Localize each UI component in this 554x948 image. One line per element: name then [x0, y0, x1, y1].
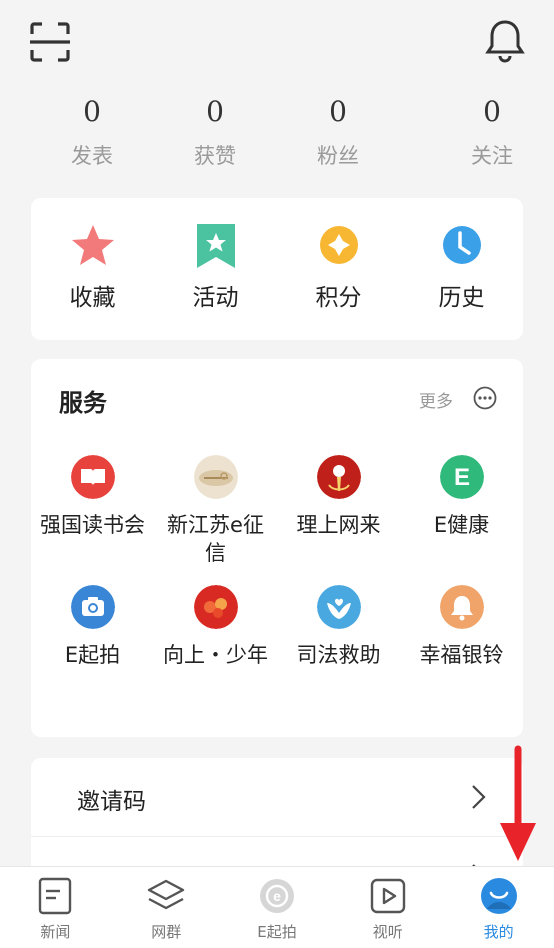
red-arrow-annotation: [500, 745, 536, 861]
service-label: 幸福银铃: [419, 643, 504, 667]
list-label: 邀请码: [77, 789, 146, 815]
e-health-icon: E: [439, 455, 484, 499]
tab-av[interactable]: 视听: [332, 867, 443, 948]
service-e-photo[interactable]: E起拍: [31, 585, 154, 669]
stat-likes[interactable]: 0 获赞: [184, 92, 246, 182]
tab-label: E起拍: [257, 923, 297, 941]
tab-label: 新闻: [40, 923, 71, 941]
svg-text:E: E: [453, 464, 469, 491]
tab-label: 网群: [151, 923, 182, 941]
service-label: E起拍: [64, 643, 121, 667]
quick-label: 活动: [192, 285, 239, 311]
hands-heart-icon: [316, 585, 361, 629]
stat-fans[interactable]: 0 粉丝: [246, 92, 430, 182]
quick-activities[interactable]: 活动: [154, 198, 277, 340]
stat-label: 关注: [471, 144, 513, 168]
profile-icon: [480, 878, 517, 914]
service-reading-club[interactable]: 强国读书会: [31, 455, 154, 567]
stat-value: 0: [483, 95, 501, 128]
service-label: 向上・少年: [163, 643, 268, 667]
service-online-theory[interactable]: 理上网来: [277, 455, 400, 567]
tab-label: 视听: [372, 923, 403, 941]
service-label: 新江苏e征信: [167, 513, 264, 565]
stat-value: 0: [206, 95, 224, 128]
youth-icon: [193, 585, 238, 629]
quick-label: 积分: [315, 285, 362, 311]
tab-groups[interactable]: 网群: [111, 867, 222, 948]
book-icon: [70, 455, 115, 499]
tab-label: 我的: [483, 923, 514, 941]
e-camera-icon: e: [259, 879, 294, 913]
stat-value: 0: [329, 95, 347, 128]
service-label: 强国读书会: [40, 513, 145, 537]
silver-bell-icon: [439, 585, 484, 629]
quick-points[interactable]: 积分: [277, 198, 400, 340]
tab-e-photo[interactable]: e E起拍: [222, 867, 333, 948]
service-e-health[interactable]: E E健康: [400, 455, 523, 567]
service-label: 司法救助: [296, 643, 381, 667]
service-youth[interactable]: 向上・少年: [154, 585, 277, 669]
quick-favorites[interactable]: 收藏: [31, 198, 154, 340]
credit-icon: [193, 455, 238, 499]
news-icon: [39, 877, 72, 915]
stat-label: 粉丝: [317, 144, 359, 168]
quick-label: 历史: [438, 285, 485, 311]
services-more-link[interactable]: 更多: [419, 387, 453, 412]
tab-profile[interactable]: 我的: [443, 867, 554, 948]
star-icon: [71, 225, 114, 265]
bottom-tab-bar: 新闻 网群 e E起拍 视听 我的: [0, 866, 554, 948]
quick-actions-card: 收藏 活动 积分 历史: [31, 198, 523, 340]
service-credit[interactable]: 新江苏e征信: [154, 455, 277, 567]
chevron-right-icon: [472, 785, 486, 809]
play-icon: [370, 878, 405, 914]
top-bar: [0, 0, 554, 90]
service-label: E健康: [433, 513, 490, 537]
bookmark-star-icon: [196, 224, 235, 268]
microphone-icon: [316, 455, 361, 499]
stat-label: 发表: [71, 144, 113, 168]
services-grid: 强国读书会 新江苏e征信 理上网来 E E健康 E起拍 向上・少年 司法救助 幸…: [31, 455, 523, 669]
services-card: 服务 更多 强国读书会 新江苏e征信 理上网来 E E健康 E起拍 向上・少年 …: [31, 359, 523, 737]
stat-value: 0: [83, 95, 101, 128]
stat-label: 获赞: [194, 144, 236, 168]
stats-row: 0 发表 0 获赞 0 粉丝 0 关注: [0, 92, 554, 182]
quick-history[interactable]: 历史: [400, 198, 523, 340]
service-judicial-aid[interactable]: 司法救助: [277, 585, 400, 669]
services-title: 服务: [59, 389, 107, 417]
quick-label: 收藏: [69, 285, 116, 311]
service-silver-bell[interactable]: 幸福银铃: [400, 585, 523, 669]
layers-icon: [147, 879, 185, 910]
list-item-invite-code[interactable]: 邀请码: [31, 758, 523, 837]
svg-text:e: e: [273, 888, 281, 904]
scan-icon[interactable]: [28, 20, 72, 64]
service-label: 理上网来: [296, 513, 381, 537]
stat-following[interactable]: 0 关注: [430, 92, 554, 182]
points-icon: [319, 226, 358, 264]
stat-posts[interactable]: 0 发表: [0, 92, 184, 182]
more-dots-icon[interactable]: [473, 386, 497, 410]
tab-news[interactable]: 新闻: [0, 867, 111, 948]
clock-icon: [442, 226, 481, 264]
camera-icon: [70, 585, 115, 629]
bell-icon[interactable]: [484, 18, 526, 64]
